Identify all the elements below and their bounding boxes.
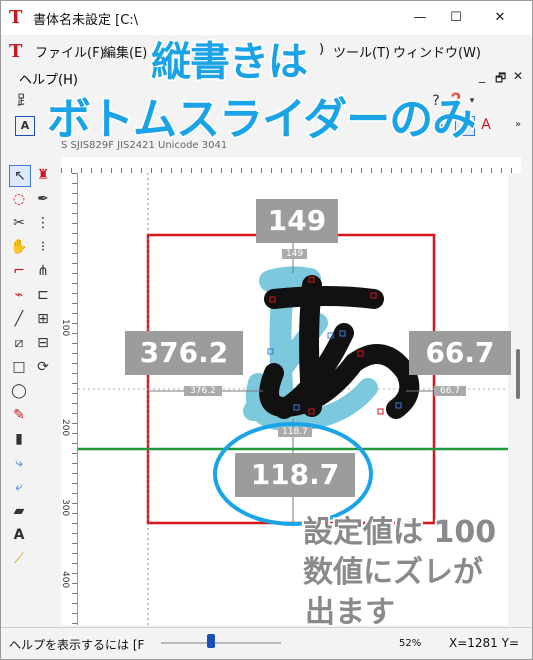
node-line-icon[interactable]: ⋮ — [33, 213, 53, 233]
bottom-slider-thumb[interactable] — [207, 634, 215, 648]
status-bar: ヘルプを表示するには [F 52% X=1281 Y= — [1, 627, 532, 659]
line-icon[interactable]: ╱ — [9, 309, 29, 329]
toolbar-overflow-icon[interactable]: » — [509, 116, 527, 134]
dim-label-top: 149 — [282, 249, 308, 259]
callout-left-value: 376.2 — [125, 331, 243, 375]
app-logo-icon: T — [9, 7, 23, 28]
pen-icon[interactable]: ✒ — [33, 189, 53, 209]
brush-icon[interactable]: ▮ — [9, 429, 29, 449]
status-help-text: ヘルプを表示するには [F — [9, 638, 145, 652]
mdi-minimize-button[interactable]: _ — [479, 69, 485, 83]
grid-tool-icon[interactable]: ⊞ — [33, 309, 53, 329]
ruler-label: 200 — [60, 419, 70, 437]
select-arrow-icon[interactable]: ↖ — [9, 165, 31, 187]
lasso-icon[interactable]: ◌ — [9, 189, 29, 209]
close-button[interactable]: ✕ — [485, 7, 515, 29]
text-tool-icon[interactable]: A — [9, 525, 29, 545]
menu-window[interactable]: ウィンドウ(W) — [393, 42, 481, 61]
hand-icon[interactable]: ✋ — [9, 237, 29, 257]
ruler-label: 100 — [60, 319, 70, 337]
callout-bottom-value: 118.7 — [235, 453, 355, 497]
polygon-icon[interactable]: ⧄ — [9, 333, 29, 353]
text-box-icon[interactable]: A — [15, 116, 35, 136]
vertical-scrollbar[interactable] — [508, 173, 532, 625]
add-point-icon[interactable]: ⤷ — [9, 453, 29, 473]
minimize-button[interactable]: — — [405, 7, 435, 29]
left-ruler: 100 200 300 400 — [60, 173, 78, 625]
window-title: 書体名未設定 [C:\ — [33, 13, 139, 28]
note-line-1: 設定値は 100 — [301, 513, 498, 552]
knife-icon[interactable]: ⌁ — [9, 285, 29, 305]
callout-top-value: 149 — [256, 199, 338, 243]
dim-label-right: 66.7 — [434, 386, 467, 396]
tool-palette: ↖ ♜ ◌ ✒ ✂ ⋮ ✋ ⁝ ⌐ ⋔ ⌁ ⊏ ╱ ⊞ ⧄ ⊟ □ ⟳ ◯ ✎ … — [7, 163, 57, 623]
note-line-3: 出ます — [303, 593, 397, 632]
frame-tool-icon[interactable]: ⊟ — [33, 333, 53, 353]
menu-hidden-part[interactable]: ) — [319, 42, 324, 57]
dotted-line-icon[interactable]: ⁝ — [33, 237, 53, 257]
headline-line2: ボトムスライダーのみ — [45, 93, 477, 147]
dim-label-bottom: 118.7 — [278, 427, 312, 437]
menu-file[interactable]: ファイル(F) — [35, 42, 105, 61]
ruler-label: 400 — [60, 571, 70, 589]
pencil-icon[interactable]: ✎ — [9, 405, 29, 425]
bucket-icon[interactable]: ♜ — [33, 165, 53, 185]
mdi-restore-button[interactable]: 🗗 — [495, 69, 506, 90]
menu-edit[interactable]: 編集(E) — [103, 42, 147, 61]
callout-right-value: 66.7 — [409, 331, 511, 375]
note-line-2: 数値にズレが — [301, 553, 485, 592]
rectangle-icon[interactable]: □ — [9, 357, 29, 377]
ellipse-icon[interactable]: ◯ — [9, 381, 29, 401]
mdi-close-button[interactable]: ✕ — [513, 69, 523, 83]
shape-tool-icon[interactable]: ⊏ — [33, 285, 53, 305]
scissors-icon[interactable]: ✂ — [9, 213, 29, 233]
maximize-button[interactable]: ☐ — [441, 7, 471, 29]
delete-point-icon[interactable]: ⤶ — [9, 477, 29, 497]
top-ruler — [61, 157, 521, 174]
outline-a-icon[interactable]: A — [477, 116, 495, 134]
eraser-icon[interactable]: ▰ — [9, 501, 29, 521]
cursor-coordinates: X=1281 Y= — [449, 636, 520, 650]
dim-label-left: 376.2 — [184, 386, 222, 396]
ruler-label: 300 — [60, 499, 70, 517]
doc-logo-icon: T — [9, 41, 23, 62]
vertical-scroll-thumb[interactable] — [516, 349, 520, 399]
headline-line1: 縦書きは — [150, 38, 310, 87]
menu-tools[interactable]: ツール(T) — [333, 42, 390, 61]
rotate-icon[interactable]: ⟳ — [33, 357, 53, 377]
ruler-tool-icon[interactable]: ⟋ — [9, 549, 29, 569]
corner-tool-icon[interactable]: ⌐ — [9, 261, 29, 281]
zoom-level: 52% — [399, 638, 422, 649]
vertical-text-icon[interactable]: ⻊ — [15, 92, 33, 110]
mirror-icon[interactable]: ⋔ — [33, 261, 53, 281]
bottom-slider-track[interactable] — [161, 642, 281, 644]
app-window: T 書体名未設定 [C:\ — ☐ ✕ T ファイル(F) 編集(E) ) ツー… — [0, 0, 533, 660]
